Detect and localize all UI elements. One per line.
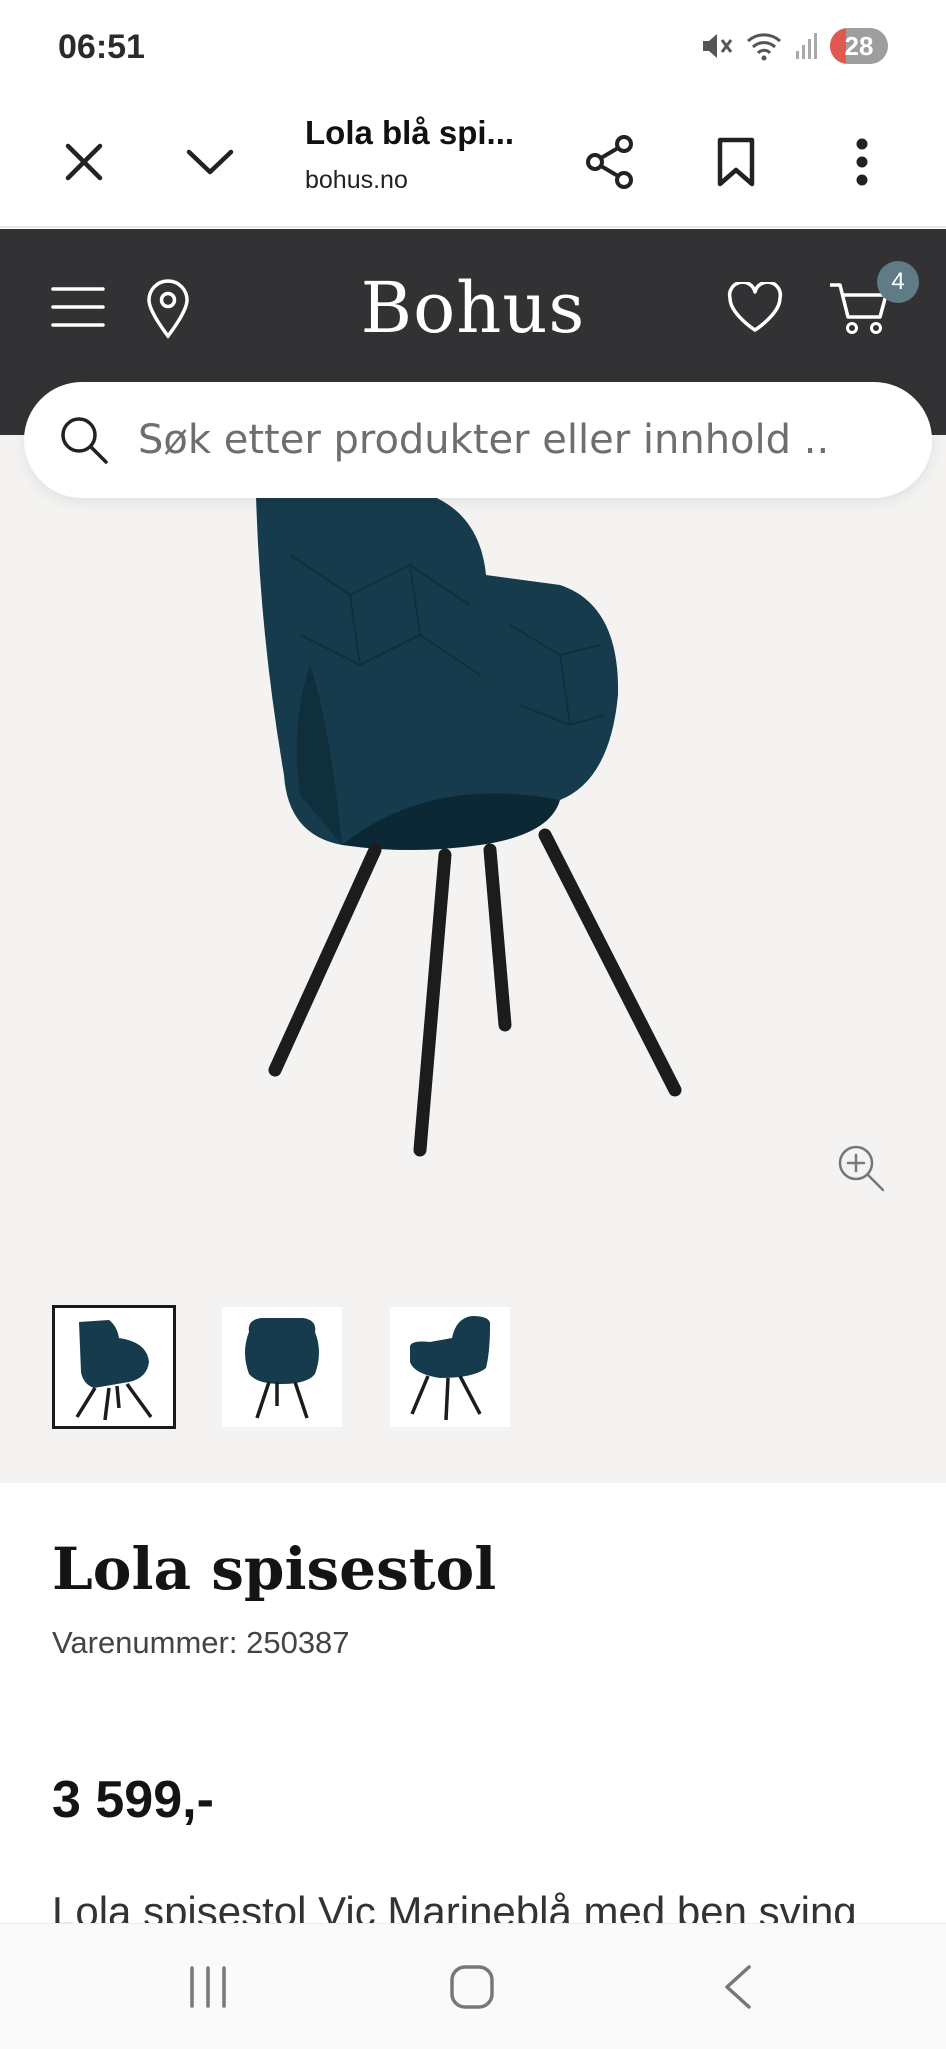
tab-title[interactable]: Lola blå spi...: [305, 114, 514, 152]
more-options-button[interactable]: [822, 122, 902, 202]
bookmark-button[interactable]: [696, 122, 776, 202]
share-icon: [586, 135, 633, 189]
recent-apps-button[interactable]: [178, 1957, 238, 2017]
status-time: 06:51: [58, 28, 145, 66]
wishlist-button[interactable]: [724, 279, 786, 337]
battery-level: 28: [844, 30, 874, 61]
thumbnail-image: [75, 1320, 153, 1421]
browser-bar: Lola blå spi... bohus.no: [0, 96, 946, 228]
share-button[interactable]: [570, 122, 650, 202]
search-input[interactable]: [138, 417, 878, 463]
status-icons: 28: [700, 28, 888, 64]
zoom-in-icon[interactable]: [836, 1143, 886, 1193]
wifi-icon: [744, 31, 784, 61]
thumbnail-image: [410, 1316, 491, 1421]
expand-button[interactable]: [170, 122, 250, 202]
back-icon: [725, 1965, 751, 2009]
close-tab-button[interactable]: [44, 122, 124, 202]
home-icon: [450, 1965, 494, 2009]
product-gallery: [0, 435, 946, 1483]
product-sku: Varenummer: 250387: [52, 1625, 350, 1660]
search-icon: [56, 412, 112, 468]
location-pin-icon: [147, 279, 189, 339]
mute-icon: [700, 31, 734, 61]
product-image[interactable]: [230, 495, 730, 1175]
status-bar: 06:51 28: [0, 0, 946, 96]
thumbnail-image: [245, 1318, 319, 1419]
system-nav-bar: [0, 1923, 946, 2049]
hamburger-icon: [51, 287, 105, 327]
heart-icon: [727, 282, 783, 332]
product-price: 3 599,-: [52, 1771, 214, 1829]
more-vertical-icon: [856, 138, 868, 186]
tab-url[interactable]: bohus.no: [305, 166, 408, 195]
product-title: Lola spisestol: [52, 1535, 497, 1603]
store-locator-button[interactable]: [140, 278, 196, 340]
home-button[interactable]: [442, 1957, 502, 2017]
thumbnail-3[interactable]: [390, 1307, 510, 1427]
back-button[interactable]: [708, 1957, 768, 2017]
close-icon: [65, 143, 103, 181]
battery-icon: 28: [830, 28, 888, 64]
search-bar[interactable]: [24, 382, 932, 498]
thumbnail-2[interactable]: [222, 1307, 342, 1427]
chevron-down-icon: [186, 149, 234, 175]
menu-button[interactable]: [48, 282, 108, 332]
thumbnail-1[interactable]: [52, 1305, 176, 1429]
cart-count-badge: 4: [877, 261, 919, 303]
signal-icon: [794, 31, 820, 61]
bookmark-icon: [717, 137, 755, 187]
recent-apps-icon: [190, 1966, 226, 2008]
